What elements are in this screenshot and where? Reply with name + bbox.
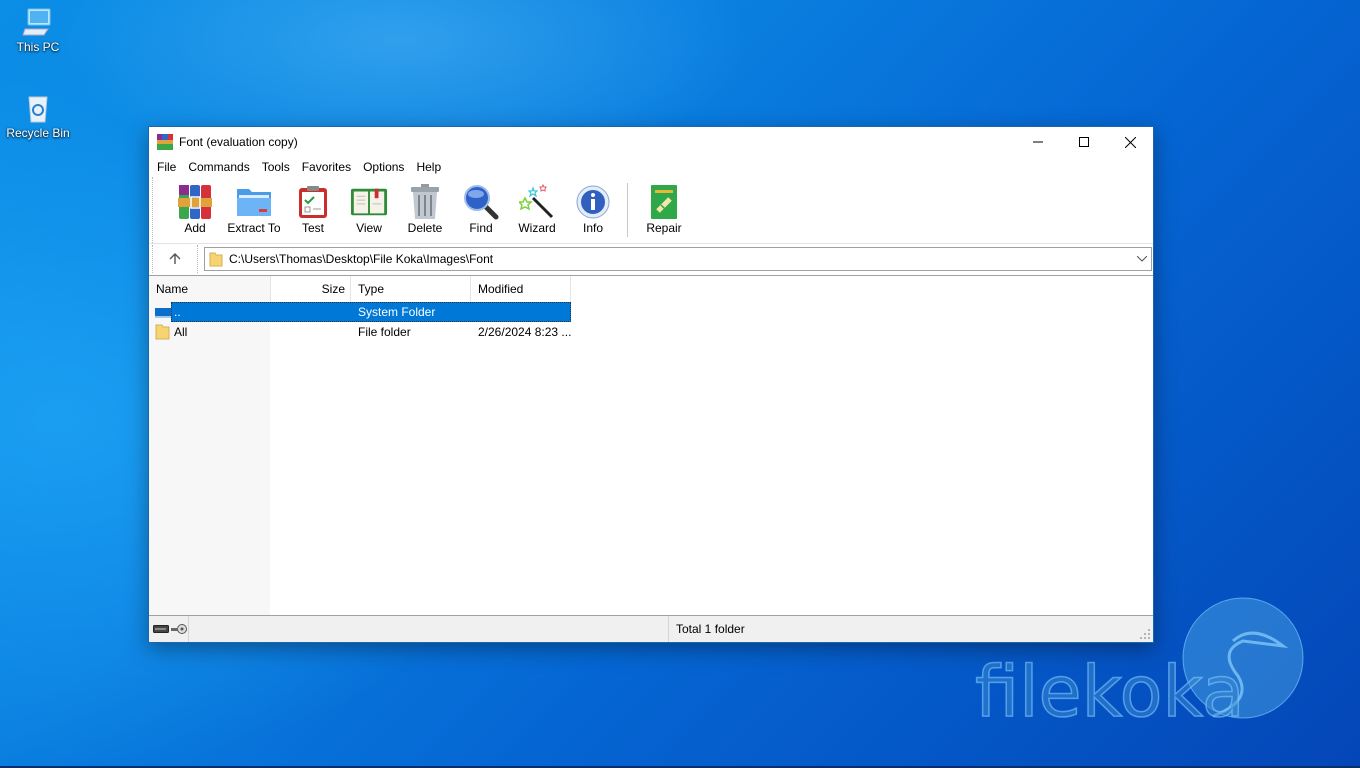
window-title: Font (evaluation copy): [179, 135, 298, 149]
file-list[interactable]: ^ Name Size Type Modified .. System Fold…: [149, 275, 1153, 616]
menu-file[interactable]: File: [151, 157, 182, 177]
list-item-all[interactable]: All File folder 2/26/2024 8:23 ...: [149, 322, 571, 342]
test-clipboard-icon: [294, 183, 332, 221]
list-item-parent[interactable]: .. System Folder: [149, 302, 571, 322]
menu-options[interactable]: Options: [357, 157, 410, 177]
repair-label: Repair: [646, 221, 682, 235]
chevron-down-icon: [1137, 255, 1147, 262]
file-name: All: [174, 325, 188, 339]
info-icon: [574, 183, 612, 221]
drive-icon[interactable]: [153, 624, 169, 634]
sort-ascending-icon: ^: [206, 276, 211, 279]
toolbar-separator: [627, 183, 628, 237]
magnifier-icon: [462, 183, 500, 221]
file-modified: 2/26/2024 8:23 ...: [478, 325, 572, 339]
winrar-window: Font (evaluation copy) File Commands Too…: [148, 126, 1154, 643]
wizard-button[interactable]: Wizard: [509, 177, 565, 235]
extract-folder-icon: [235, 183, 273, 221]
maximize-icon: [1079, 137, 1089, 147]
parent-folder-icon: [155, 304, 171, 320]
add-archive-icon: [176, 183, 214, 221]
add-label: Add: [184, 221, 206, 235]
trash-icon: [406, 183, 444, 221]
desktop-icon-this-pc[interactable]: This PC: [0, 6, 76, 54]
address-bar[interactable]: C:\Users\Thomas\Desktop\File Koka\Images…: [204, 246, 1152, 271]
status-section: [189, 616, 669, 642]
winrar-icon: [157, 134, 173, 150]
maximize-button[interactable]: [1061, 127, 1107, 157]
find-button[interactable]: Find: [453, 177, 509, 235]
wizard-label: Wizard: [518, 221, 556, 235]
up-arrow-icon: [169, 252, 181, 264]
column-size[interactable]: Size: [271, 276, 351, 302]
info-label: Info: [582, 221, 603, 235]
extract-to-label: Extract To: [227, 221, 281, 235]
minimize-button[interactable]: [1015, 127, 1061, 157]
menu-commands[interactable]: Commands: [182, 157, 255, 177]
recycle-bin-icon: [22, 92, 54, 124]
magic-wand-icon: [518, 183, 556, 221]
column-type[interactable]: Type: [351, 276, 471, 302]
address-row: C:\Users\Thomas\Desktop\File Koka\Images…: [149, 243, 1153, 273]
add-button[interactable]: Add: [167, 177, 223, 235]
menu-bar: File Commands Tools Favorites Options He…: [149, 157, 1153, 177]
repair-button[interactable]: Repair: [636, 177, 692, 235]
title-bar[interactable]: Font (evaluation copy): [149, 127, 1153, 157]
menu-help[interactable]: Help: [410, 157, 447, 177]
resize-grip-icon[interactable]: [1139, 628, 1151, 640]
close-button[interactable]: [1107, 127, 1153, 157]
menu-tools[interactable]: Tools: [256, 157, 296, 177]
menu-favorites[interactable]: Favorites: [296, 157, 357, 177]
view-book-icon: [350, 183, 388, 221]
find-label: Find: [469, 221, 493, 235]
desktop-icon-recycle-bin[interactable]: Recycle Bin: [0, 92, 76, 140]
repair-icon: [645, 183, 683, 221]
desktop-icon-label: Recycle Bin: [6, 126, 70, 140]
address-dropdown[interactable]: [1133, 255, 1151, 262]
column-name[interactable]: ^ Name: [149, 276, 271, 302]
file-type: System Folder: [358, 305, 436, 319]
view-button[interactable]: View: [341, 177, 397, 235]
file-name: ..: [174, 305, 181, 319]
delete-label: Delete: [407, 221, 443, 235]
folder-icon: [155, 324, 171, 340]
desktop-icon-label: This PC: [16, 40, 60, 54]
computer-icon: [22, 6, 54, 38]
close-icon: [1124, 136, 1136, 148]
key-icon[interactable]: [171, 623, 187, 635]
status-text: Total 1 folder: [676, 622, 745, 636]
column-name-label: Name: [156, 282, 189, 296]
status-bar: Total 1 folder: [149, 616, 1153, 642]
folder-icon: [209, 251, 223, 267]
delete-button[interactable]: Delete: [397, 177, 453, 235]
view-label: View: [356, 221, 382, 235]
minimize-icon: [1033, 141, 1043, 143]
file-type: File folder: [358, 325, 411, 339]
toolbar: Add Extract To Test View Delete Find Wiz…: [152, 177, 1153, 243]
test-label: Test: [301, 221, 324, 235]
address-path: C:\Users\Thomas\Desktop\File Koka\Images…: [229, 251, 494, 266]
column-header: ^ Name Size Type Modified: [149, 276, 571, 302]
column-modified[interactable]: Modified: [471, 276, 571, 302]
test-button[interactable]: Test: [285, 177, 341, 235]
watermark-text: filekoka: [975, 651, 1245, 726]
info-button[interactable]: Info: [565, 177, 621, 235]
extract-to-button[interactable]: Extract To: [223, 177, 285, 235]
up-button[interactable]: [152, 244, 198, 273]
